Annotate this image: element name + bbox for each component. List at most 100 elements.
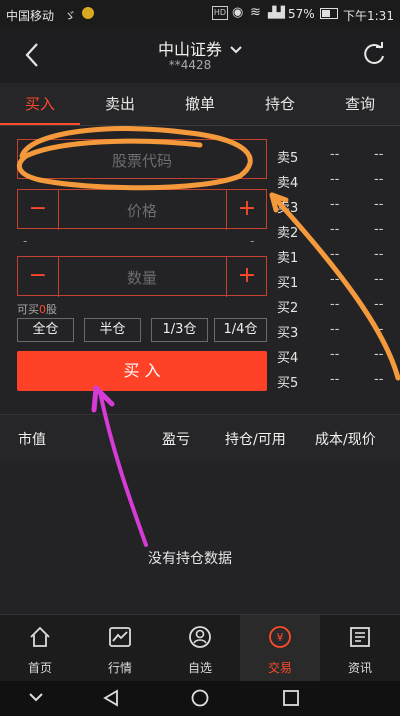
order-book-level: 卖2 xyxy=(277,226,299,241)
tab-sell[interactable]: 卖出 xyxy=(80,83,160,125)
quantity-stepper: − 数量 + xyxy=(17,256,267,297)
signal-hd-icon: ゞ xyxy=(64,9,77,23)
price-input[interactable]: 价格 xyxy=(58,200,226,221)
header: 中山证券 **4428 xyxy=(0,28,400,83)
nav-home[interactable]: 首页 xyxy=(0,615,80,682)
nav-trade-label: 交易 xyxy=(267,661,292,675)
system-recents-icon[interactable] xyxy=(282,689,300,707)
watchlist-icon xyxy=(189,626,211,648)
empty-holdings-text: 没有持仓数据 xyxy=(148,551,232,567)
quick-half-position-button[interactable]: 半仓 xyxy=(84,318,141,342)
buy-submit-button[interactable]: 买 入 xyxy=(17,351,267,391)
price-lower-limit: - xyxy=(23,234,28,248)
order-book-price[interactable]: -- xyxy=(330,247,339,262)
can-buy-suffix: 股 xyxy=(46,303,57,316)
order-book-price[interactable]: -- xyxy=(330,322,339,337)
nav-market-label: 行情 xyxy=(107,661,132,675)
order-book-price[interactable]: -- xyxy=(330,297,339,312)
order-book-price[interactable]: -- xyxy=(330,172,339,187)
nav-market[interactable]: 行情 xyxy=(80,615,160,682)
order-book-volume: -- xyxy=(374,147,384,162)
order-book-price[interactable]: -- xyxy=(330,197,339,212)
tab-cancel[interactable]: 撤单 xyxy=(160,83,240,125)
can-buy-value: 0 xyxy=(39,303,46,316)
quantity-plus-button[interactable]: + xyxy=(226,257,267,297)
svg-text:¥: ¥ xyxy=(277,631,284,644)
order-book-volume: -- xyxy=(374,347,384,362)
signal-icon: ▟▟ xyxy=(268,6,285,19)
bottom-nav: 首页 行情 自选 ¥ 交易 资讯 xyxy=(0,614,400,682)
chevron-down-icon[interactable] xyxy=(230,46,242,54)
holdings-header: 市值 盈亏 持仓/可用 成本/现价 xyxy=(0,414,400,463)
order-book: 卖5 -- -- 卖4 -- -- 卖3 -- -- 卖2 -- -- 卖1 -- -- 买1 -- -- 买2 --… xyxy=(270,139,400,391)
quantity-minus-button[interactable]: − xyxy=(18,257,59,297)
order-book-level: 买5 xyxy=(277,376,299,391)
order-book-price[interactable]: -- xyxy=(330,147,339,162)
battery-percent: 57% xyxy=(288,7,315,21)
tab-query[interactable]: 查询 xyxy=(320,83,400,125)
nav-home-label: 首页 xyxy=(27,661,52,675)
order-book-price[interactable]: -- xyxy=(330,222,339,237)
order-book-level: 卖5 xyxy=(277,151,299,166)
order-book-level: 买1 xyxy=(277,276,299,291)
hd-icon: HD xyxy=(212,6,228,20)
can-buy-prefix: 可买 xyxy=(17,303,39,316)
system-home-icon[interactable] xyxy=(191,689,209,707)
col-market-value: 市值 xyxy=(18,432,46,448)
quantity-input[interactable]: 数量 xyxy=(58,267,226,288)
quick-third-position-button[interactable]: 1/3仓 xyxy=(151,318,208,342)
quick-full-position-button[interactable]: 全仓 xyxy=(17,318,74,342)
app-notification-icon xyxy=(82,7,94,19)
news-icon xyxy=(350,627,370,647)
stock-code-placeholder: 股票代码 xyxy=(111,152,172,170)
order-book-price[interactable]: -- xyxy=(330,272,339,287)
order-book-price[interactable]: -- xyxy=(330,347,339,362)
nav-news[interactable]: 资讯 xyxy=(320,615,400,682)
nav-watchlist[interactable]: 自选 xyxy=(160,615,240,682)
trade-tabs: 买入 卖出 撤单 持仓 查询 xyxy=(0,83,400,126)
tab-buy[interactable]: 买入 xyxy=(0,83,80,125)
clock: 下午1:31 xyxy=(343,9,394,23)
broker-title[interactable]: 中山证券 xyxy=(140,36,240,60)
price-plus-button[interactable]: + xyxy=(226,190,267,230)
wifi-icon: ≋ xyxy=(250,5,261,20)
nav-news-label: 资讯 xyxy=(347,661,372,675)
order-book-volume: -- xyxy=(374,222,384,237)
chart-icon xyxy=(109,627,131,647)
col-profit-loss: 盈亏 xyxy=(162,432,190,448)
system-back-icon[interactable] xyxy=(102,689,120,707)
system-collapse-icon[interactable] xyxy=(28,691,44,705)
order-book-volume: -- xyxy=(374,372,384,387)
home-icon xyxy=(30,626,50,647)
magenta-arrow-head xyxy=(91,385,115,413)
battery-icon xyxy=(320,8,338,19)
account-number: **4428 xyxy=(168,58,212,72)
order-book-level: 买2 xyxy=(277,301,299,316)
order-book-level: 卖1 xyxy=(277,251,299,266)
status-bar: 中国移动 ゞ HD ◉ ≋ ▟▟ 57% 下午1:31 xyxy=(0,0,400,28)
stock-code-input[interactable]: 股票代码 xyxy=(17,139,267,179)
order-book-volume: -- xyxy=(374,247,384,262)
nav-trade[interactable]: ¥ 交易 xyxy=(240,615,320,682)
refresh-icon[interactable] xyxy=(362,42,386,66)
price-upper-limit: - xyxy=(250,234,255,248)
order-book-level: 买4 xyxy=(277,351,299,366)
eye-icon: ◉ xyxy=(232,5,244,20)
order-book-volume: -- xyxy=(374,172,384,187)
nav-watchlist-label: 自选 xyxy=(187,661,212,675)
can-buy-text: 可买0股 xyxy=(17,301,57,317)
back-arrow-icon[interactable] xyxy=(24,42,40,68)
trade-icon: ¥ xyxy=(269,626,291,648)
price-stepper: − 价格 + xyxy=(17,189,267,230)
tab-positions[interactable]: 持仓 xyxy=(240,83,320,125)
order-book-price[interactable]: -- xyxy=(330,372,339,387)
carrier-text: 中国移动 xyxy=(6,9,55,23)
active-tab-indicator xyxy=(0,123,80,125)
order-book-volume: -- xyxy=(374,297,384,312)
quick-quarter-position-button[interactable]: 1/4仓 xyxy=(214,318,267,342)
order-book-volume: -- xyxy=(374,272,384,287)
order-book-level: 卖3 xyxy=(277,201,299,216)
price-minus-button[interactable]: − xyxy=(18,190,59,230)
col-cost-price: 成本/现价 xyxy=(315,432,376,448)
order-book-volume: -- xyxy=(374,322,384,337)
